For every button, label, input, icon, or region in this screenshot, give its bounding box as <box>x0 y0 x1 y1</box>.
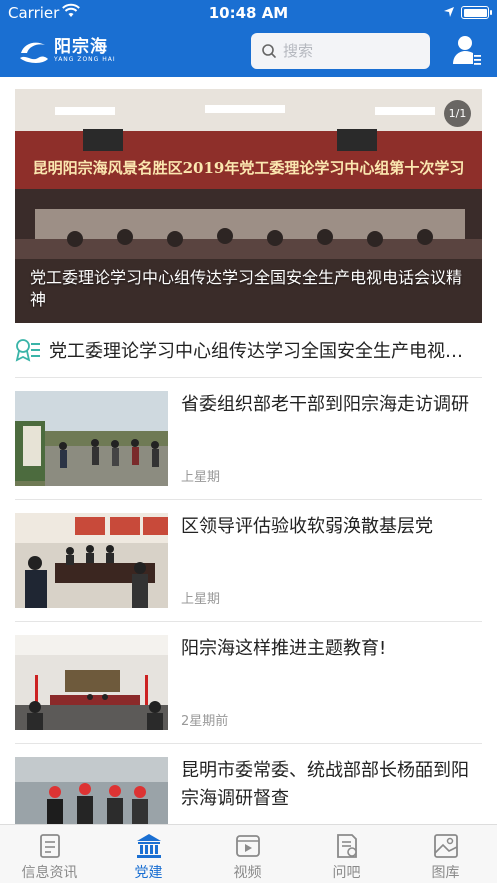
divider <box>15 499 482 500</box>
tab-gallery[interactable]: 图库 <box>396 825 495 883</box>
carousel-counter: 1/1 <box>444 100 471 127</box>
tab-label: 问吧 <box>332 865 361 881</box>
tab-news[interactable]: 信息资讯 <box>0 825 99 883</box>
institution-icon <box>137 834 161 858</box>
news-thumbnail <box>15 391 168 486</box>
news-title: 区领导评估验收软弱涣散基层党 <box>181 516 433 537</box>
news-item[interactable]: 区领导评估验收软弱涣散基层党 上星期 <box>15 513 482 608</box>
tab-label: 信息资讯 <box>21 865 78 881</box>
featured-topic[interactable]: 党工委理论学习中心组传达学习全国安全生产电视电话会议精神 <box>15 336 482 364</box>
divider <box>15 377 482 378</box>
logo-subtitle: YANG ZONG HAI <box>54 56 116 63</box>
clock: 10:48 AM <box>208 4 289 22</box>
divider <box>15 743 482 744</box>
news-time: 上星期 <box>181 592 221 607</box>
wave-logo-icon <box>20 42 48 63</box>
image-gallery-icon <box>434 834 458 858</box>
news-title: 昆明市委常委、统战部部长杨皕到阳宗海调研督查 <box>181 760 469 809</box>
battery-icon <box>461 6 489 19</box>
app-header: Carrier 10:48 AM 阳宗海 YANG ZONG HAI <box>0 0 497 77</box>
badge-list-icon <box>15 339 40 362</box>
search-input[interactable] <box>283 42 423 60</box>
battery-tip <box>490 10 492 15</box>
news-item[interactable]: 阳宗海这样推进主题教育! 2星期前 <box>15 635 482 730</box>
tab-party[interactable]: 党建 <box>99 825 198 883</box>
search-icon <box>262 44 276 58</box>
search-bar[interactable] <box>251 33 430 69</box>
video-icon <box>236 835 260 857</box>
news-time: 2星期前 <box>181 714 229 729</box>
news-thumbnail <box>15 513 168 608</box>
chat-document-icon <box>337 834 357 858</box>
bottom-tab-bar: 信息资讯 党建 视频 问吧 图库 <box>0 824 497 883</box>
document-icon <box>40 834 60 858</box>
banner-caption: 党工委理论学习中心组传达学习全国安全生产电视电话会议精神 <box>30 268 463 309</box>
news-item[interactable]: 省委组织部老干部到阳宗海走访调研 上星期 <box>15 391 482 486</box>
status-bar: Carrier 10:48 AM <box>0 0 497 26</box>
news-time: 上星期 <box>181 470 221 485</box>
news-thumbnail <box>15 635 168 730</box>
topic-title: 党工委理论学习中心组传达学习全国安全生产电视电话会议精神 <box>49 341 479 362</box>
logo-title: 阳宗海 <box>54 37 108 57</box>
tab-label: 图库 <box>431 865 460 881</box>
user-profile-icon[interactable] <box>452 34 482 66</box>
location-arrow-icon <box>444 7 454 17</box>
divider <box>15 621 482 622</box>
news-title: 阳宗海这样推进主题教育! <box>181 638 387 659</box>
banner-photo-text: 昆明阳宗海风景名胜区2019年党工委理论学习中心组第十次学习 <box>32 159 465 177</box>
tab-label: 党建 <box>134 865 163 881</box>
tab-label: 视频 <box>233 865 262 881</box>
banner-carousel[interactable]: 昆明阳宗海风景名胜区2019年党工委理论学习中心组第十次学习 1/1 党工委理论… <box>15 89 482 323</box>
tab-video[interactable]: 视频 <box>198 825 297 883</box>
app-logo[interactable]: 阳宗海 YANG ZONG HAI <box>18 35 116 67</box>
tab-questions[interactable]: 问吧 <box>297 825 396 883</box>
news-title: 省委组织部老干部到阳宗海走访调研 <box>181 394 469 415</box>
